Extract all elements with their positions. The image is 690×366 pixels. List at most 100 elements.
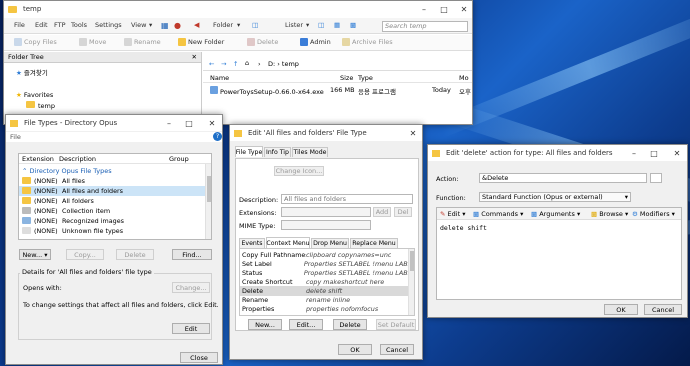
commands-menu[interactable]: ▩ Commands ▾ (473, 210, 523, 218)
menu-file[interactable]: File (10, 133, 21, 141)
help-icon[interactable]: ? (213, 132, 222, 141)
new-button[interactable]: New... ▾ (19, 249, 51, 260)
search-input[interactable]: Search temp (382, 21, 468, 32)
admin-button[interactable]: Admin (300, 35, 331, 49)
copy-button[interactable]: Copy... (66, 249, 104, 260)
tab-events[interactable]: Events (239, 238, 265, 248)
action-icon-picker[interactable] (650, 173, 662, 183)
del-button[interactable]: Del (394, 207, 412, 217)
cancel-button[interactable]: Cancel (380, 344, 414, 355)
back-arrow-icon[interactable]: ◀ (194, 18, 199, 32)
path-text[interactable]: D: › temp (268, 60, 299, 68)
column-modified[interactable]: Mo (459, 74, 469, 82)
list-item-selected[interactable]: (NONE) All files and folders (19, 186, 211, 196)
delete-button[interactable]: Delete (116, 249, 154, 260)
scrollbar[interactable] (408, 249, 414, 315)
up-icon[interactable]: ↑ (233, 60, 238, 68)
minimize-button[interactable]: – (159, 115, 179, 131)
column-size[interactable]: Size (340, 74, 353, 82)
set-default-button[interactable]: Set Default (376, 319, 416, 330)
menu-view[interactable]: View (131, 18, 146, 32)
minimize-button[interactable]: – (624, 145, 644, 161)
new-item-button[interactable]: New... (248, 319, 282, 330)
scrollbar[interactable] (205, 164, 211, 239)
menu-settings[interactable]: Settings (95, 18, 122, 32)
column-type[interactable]: Type (358, 74, 373, 82)
folder-menu[interactable]: Folder (213, 18, 233, 32)
tab-replace-menu[interactable]: Replace Menu (350, 238, 398, 248)
tree-item-quick-access[interactable]: ★ 즐겨찾기 (16, 67, 48, 77)
move-button[interactable]: Move (79, 35, 106, 49)
column-extension[interactable]: Extension (22, 155, 54, 163)
maximize-button[interactable]: □ (644, 145, 664, 161)
list-item[interactable]: (NONE) Recognized images (19, 216, 211, 226)
list-item[interactable]: (NONE) Unknown file types (19, 226, 211, 236)
tree-item-temp[interactable]: temp (26, 101, 55, 110)
home-icon[interactable]: ⌂ (245, 59, 249, 67)
edit-item-button[interactable]: Edit... (289, 319, 323, 330)
split-view-icon[interactable]: ◫ (318, 18, 324, 32)
modifiers-menu[interactable]: ⚙ Modifiers ▾ (632, 210, 675, 218)
menu-file[interactable]: File (14, 18, 25, 32)
tab-context-menu[interactable]: Context Menu (266, 237, 310, 248)
grid-icon[interactable]: ▦ (161, 18, 169, 32)
group-header[interactable]: ⌃ Directory Opus File Types (22, 167, 112, 175)
close-button[interactable]: ✕ (667, 145, 687, 161)
copy-files-button[interactable]: Copy Files (14, 35, 57, 49)
list-item[interactable]: Properties properties nofomfocus (240, 304, 414, 314)
scrollbar-thumb[interactable] (207, 176, 211, 202)
add-button[interactable]: Add (373, 207, 391, 217)
action-field[interactable]: &Delete (479, 173, 647, 183)
tab-file-type[interactable]: File Type (235, 146, 263, 157)
column-description[interactable]: Description (59, 155, 96, 163)
rename-button[interactable]: Rename (124, 35, 161, 49)
close-icon[interactable]: ✕ (192, 52, 197, 63)
tab-tiles-mode[interactable]: Tiles Mode (292, 147, 328, 157)
edit-button[interactable]: Edit (172, 323, 210, 334)
maximize-button[interactable]: □ (434, 1, 454, 17)
delete-item-button[interactable]: Delete (333, 319, 367, 330)
menu-tools[interactable]: Tools (71, 18, 87, 32)
mime-type-field[interactable] (281, 220, 371, 230)
menu-edit[interactable]: Edit (35, 18, 48, 32)
command-text[interactable]: delete shift (440, 224, 487, 232)
list-item[interactable]: (NONE) Collection item (19, 206, 211, 216)
extensions-field[interactable] (281, 207, 371, 217)
browse-menu[interactable]: ▩ Browse ▾ (591, 210, 628, 218)
ok-button[interactable]: OK (604, 304, 638, 315)
pane-icon[interactable]: ▦ (334, 18, 340, 32)
arguments-menu[interactable]: ▩ Arguments ▾ (531, 210, 580, 218)
tree-item-favorites[interactable]: ★ Favorites (16, 91, 53, 99)
column-group[interactable]: Group (169, 155, 189, 163)
forward-icon[interactable]: → (221, 60, 226, 68)
function-select[interactable]: Standard Function (Opus or external) ▾ (479, 192, 631, 202)
find-button[interactable]: Find... (172, 249, 212, 260)
file-row[interactable]: PowerToysSetup-0.66.0-x64.exe 166 MB 응용 … (203, 85, 472, 96)
close-button[interactable]: ✕ (202, 115, 222, 131)
close-button[interactable]: ✕ (454, 1, 472, 17)
description-field[interactable]: All files and folders (281, 194, 413, 204)
minimize-button[interactable]: – (414, 1, 434, 17)
cancel-button[interactable]: Cancel (644, 304, 682, 315)
tab-drop-menu[interactable]: Drop Menu (311, 238, 349, 248)
archive-files-button[interactable]: Archive Files (342, 35, 393, 49)
back-icon[interactable]: ← (209, 60, 214, 68)
list-item[interactable]: (NONE) All files (19, 176, 211, 186)
list-item[interactable]: (NONE) All folders (19, 196, 211, 206)
column-name[interactable]: Name (210, 74, 229, 82)
close-button[interactable]: ✕ (403, 125, 422, 141)
delete-button[interactable]: Delete (247, 35, 278, 49)
thumbnail-icon[interactable]: ▩ (350, 18, 356, 32)
scrollbar-thumb[interactable] (410, 251, 414, 271)
close-dialog-button[interactable]: Close (180, 352, 218, 363)
edit-menu[interactable]: ✎ Edit ▾ (440, 210, 465, 218)
menu-ftp[interactable]: FTP (54, 18, 66, 32)
maximize-button[interactable]: □ (179, 115, 199, 131)
help-icon[interactable]: ● (174, 18, 181, 32)
ok-button[interactable]: OK (338, 344, 372, 355)
change-icon-button[interactable]: Change Icon... (274, 166, 324, 176)
layout-icon[interactable]: ◫ (252, 18, 258, 32)
change-button[interactable]: Change... (172, 282, 210, 293)
tab-info-tip[interactable]: Info Tip (264, 147, 291, 157)
lister-menu[interactable]: Lister (285, 18, 303, 32)
